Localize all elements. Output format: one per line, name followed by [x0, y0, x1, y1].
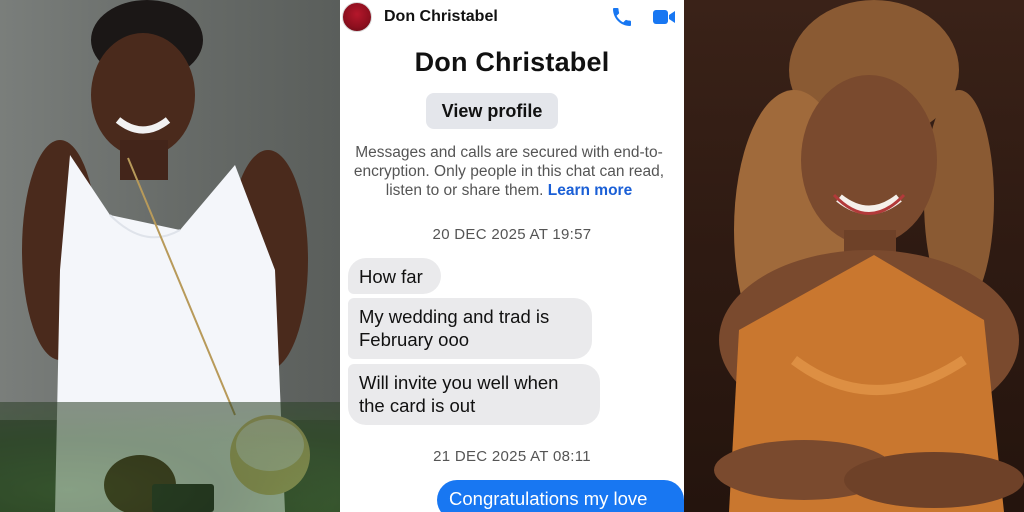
message-timestamp: 20 DEC 2025 AT 19:57	[432, 226, 592, 243]
chat-header: Don Christabel	[340, 0, 684, 34]
right-photo-figure	[714, 0, 1024, 512]
phone-icon[interactable]	[610, 5, 634, 29]
sent-message[interactable]: Congratulations my love	[437, 480, 684, 512]
left-photo	[0, 0, 340, 512]
received-message[interactable]: Will invite you well when the card is ou…	[348, 364, 600, 425]
video-camera-icon[interactable]	[652, 6, 676, 28]
received-message[interactable]: My wedding and trad is February ooo	[348, 298, 592, 359]
received-message[interactable]: How far	[348, 258, 441, 294]
encryption-line: listen to or share them. Learn more	[340, 181, 682, 200]
learn-more-link[interactable]: Learn more	[548, 182, 632, 199]
right-photo	[684, 0, 1024, 512]
contact-name[interactable]: Don Christabel	[384, 8, 498, 26]
chat-screenshot: Don Christabel Don Christabel View profi…	[340, 0, 684, 512]
profile-title: Don Christabel	[414, 47, 610, 77]
message-timestamp: 21 DEC 2025 AT 08:11	[433, 448, 591, 465]
encryption-notice: Messages and calls are secured with end-…	[340, 143, 682, 200]
left-photo-plants	[0, 402, 340, 512]
view-profile-button[interactable]: View profile	[426, 93, 558, 129]
encryption-line: encryption. Only people in this chat can…	[353, 163, 665, 180]
encryption-line: Messages and calls are secured with end-…	[355, 144, 663, 161]
encryption-line-text: listen to or share them.	[385, 182, 548, 199]
avatar[interactable]	[342, 2, 372, 32]
